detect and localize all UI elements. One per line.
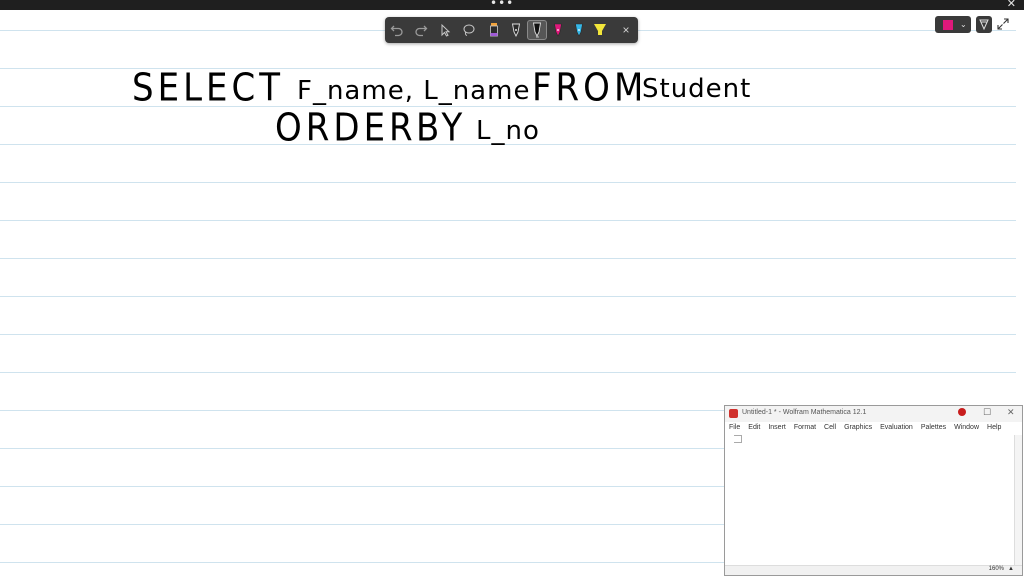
highlighter-yellow-icon[interactable] [590,20,610,40]
notification-icon[interactable] [957,407,967,417]
select-icon[interactable] [435,20,455,40]
pen-pink-icon[interactable] [548,20,568,40]
more-dots-icon[interactable]: ••• [490,0,514,10]
menu-palettes[interactable]: Palettes [917,422,950,435]
ink-table: Student [642,74,752,104]
menu-cell[interactable]: Cell [820,422,840,435]
menu-graphics[interactable]: Graphics [840,422,876,435]
window-close-button[interactable]: ✕ [1007,408,1015,418]
selected-color-swatch [943,19,953,30]
menu-format[interactable]: Format [790,422,820,435]
ink-from: FROM [532,66,648,111]
ink-column: L_no [476,116,540,146]
lasso-icon[interactable] [459,20,479,40]
mathematica-logo-icon [729,409,738,418]
zoom-level[interactable]: 160% [989,566,1004,572]
ink-by: BY [416,106,467,151]
cell-insertion-bracket[interactable] [734,435,742,443]
ink-select: SELECT [132,66,284,111]
mathematica-menubar: File Edit Insert Format Cell Graphics Ev… [725,422,1022,435]
pen-black-outline-icon[interactable] [506,20,526,40]
pen-mode-icon [979,19,989,30]
menu-insert[interactable]: Insert [764,422,790,435]
pen-cyan-icon[interactable] [569,20,589,40]
pen-toolbar: × [385,17,638,43]
redo-icon[interactable] [411,20,431,40]
menu-evaluation[interactable]: Evaluation [876,422,917,435]
pen-color-picker[interactable]: ⌄ [935,16,971,33]
mathematica-window[interactable]: Untitled-1 * - Wolfram Mathematica 12.1 … [724,405,1023,576]
pen-orange-icon[interactable] [484,20,504,40]
window-title: Untitled-1 * - Wolfram Mathematica 12.1 [742,409,867,416]
ink-fields: F_name, L_name [297,76,531,106]
mathematica-titlebar[interactable]: Untitled-1 * - Wolfram Mathematica 12.1 … [725,406,1022,422]
top-bar: ••• ✕ [0,0,1024,10]
undo-icon[interactable] [387,20,407,40]
menu-file[interactable]: File [725,422,744,435]
zoom-up-icon[interactable]: ▲ [1008,566,1014,572]
menu-help[interactable]: Help [983,422,1005,435]
pen-mode-button[interactable] [976,16,992,33]
menu-window[interactable]: Window [950,422,983,435]
toolbar-close-icon[interactable]: × [616,20,636,40]
expand-icon[interactable] [997,18,1009,30]
pen-black-icon[interactable] [527,20,547,40]
status-bar: 160% ▲ [725,565,1022,575]
ink-order: ORDER [275,106,417,151]
chevron-down-icon: ⌄ [960,20,967,29]
close-app-icon[interactable]: ✕ [1007,0,1016,10]
vertical-scrollbar[interactable] [1014,435,1022,575]
maximize-button[interactable]: ☐ [983,408,991,418]
menu-edit[interactable]: Edit [744,422,764,435]
